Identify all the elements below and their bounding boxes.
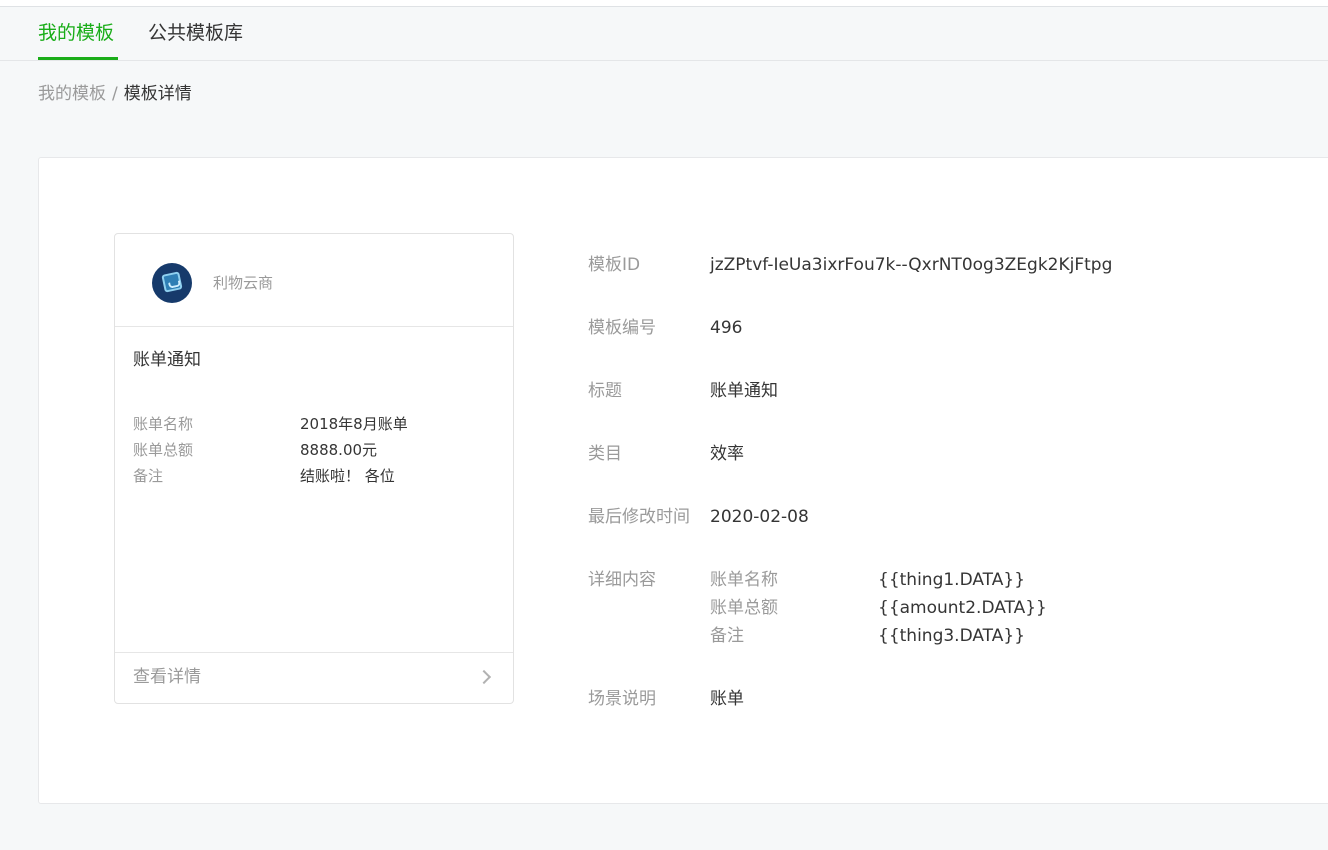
scene-label: 场景说明	[588, 689, 656, 709]
title-label: 标题	[588, 381, 622, 401]
template-preview-card: 利物云商 账单通知 账单名称 2018年8月账单 账单总额 8888.00元 备…	[114, 233, 514, 704]
preview-card-header: 利物云商	[115, 234, 513, 327]
content-field-placeholder: {{amount2.DATA}}	[878, 598, 1047, 618]
tab-bar: 我的模板 公共模板库	[0, 7, 1328, 61]
account-avatar-icon	[152, 263, 192, 303]
category-value: 效率	[710, 444, 744, 464]
breadcrumb: 我的模板 / 模板详情	[38, 82, 192, 106]
content-field-name: 账单总额	[710, 598, 778, 618]
template-id-label: 模板ID	[588, 255, 641, 275]
content-field-placeholder: {{thing3.DATA}}	[878, 626, 1026, 646]
breadcrumb-separator: /	[112, 84, 118, 104]
active-tab-indicator	[38, 57, 118, 60]
content-field-name: 备注	[710, 626, 744, 646]
preview-field-name: 账单名称	[133, 415, 194, 433]
chevron-right-icon	[476, 669, 492, 685]
scene-value: 账单	[710, 689, 744, 709]
view-details-label: 查看详情	[133, 667, 201, 687]
breadcrumb-current: 模板详情	[123, 84, 192, 104]
template-detail-panel: 利物云商 账单通知 账单名称 2018年8月账单 账单总额 8888.00元 备…	[38, 157, 1328, 804]
last-modified-value: 2020-02-08	[710, 507, 809, 527]
content-label: 详细内容	[588, 570, 656, 590]
template-id-value: jzZPtvf-IeUa3ixrFou7k--QxrNT0og3ZEgk2KjF…	[710, 255, 1113, 275]
top-border	[0, 0, 1328, 7]
preview-field-value: 结账啦！ 各位	[300, 467, 395, 485]
tab-public-library[interactable]: 公共模板库	[148, 20, 243, 46]
preview-field-value: 8888.00元	[300, 441, 378, 459]
tab-my-templates[interactable]: 我的模板	[38, 20, 114, 46]
preview-field-value: 2018年8月账单	[300, 415, 408, 433]
preview-title: 账单通知	[133, 350, 201, 370]
category-label: 类目	[588, 444, 622, 464]
last-modified-label: 最后修改时间	[588, 507, 690, 527]
content-field-name: 账单名称	[710, 570, 778, 590]
content-field-placeholder: {{thing1.DATA}}	[878, 570, 1026, 590]
template-number-value: 496	[710, 318, 743, 338]
preview-field-name: 备注	[133, 467, 164, 485]
breadcrumb-parent-link[interactable]: 我的模板	[38, 84, 106, 104]
title-value: 账单通知	[710, 381, 778, 401]
template-number-label: 模板编号	[588, 318, 656, 338]
view-details-link[interactable]: 查看详情	[115, 652, 513, 703]
preview-field-name: 账单总额	[133, 441, 194, 459]
account-name: 利物云商	[213, 274, 274, 292]
